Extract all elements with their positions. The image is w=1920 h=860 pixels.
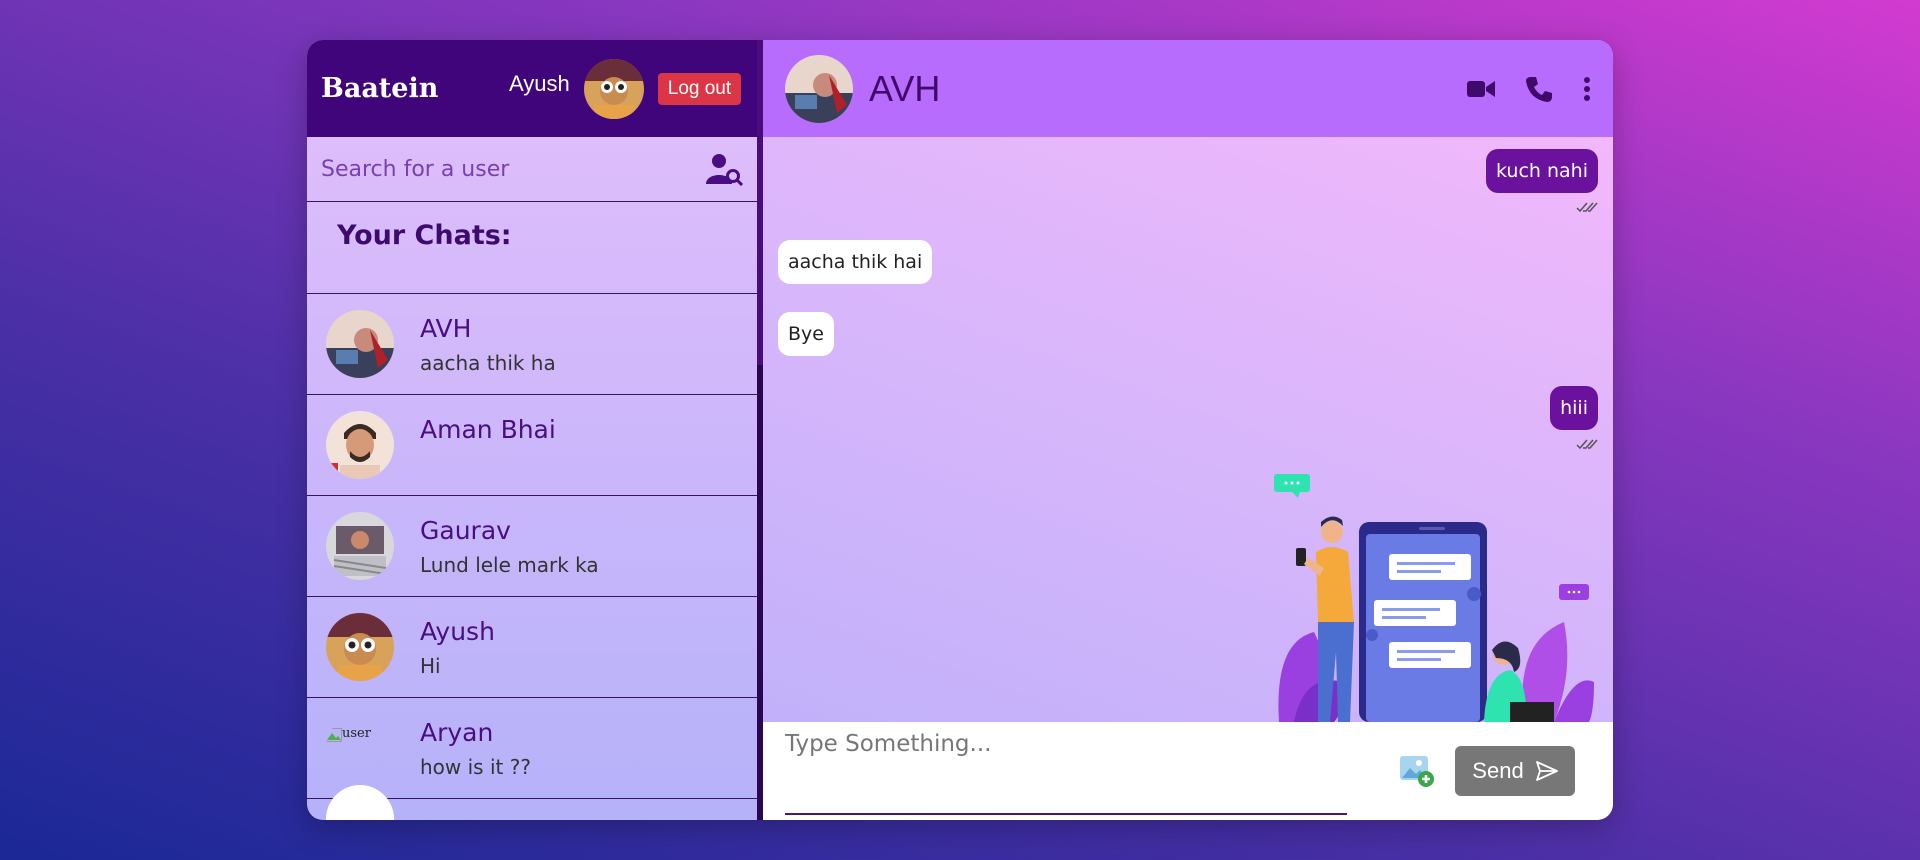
- send-label: Send: [1472, 758, 1524, 783]
- chat-name: Aman Bhai: [420, 414, 556, 444]
- chat-item-partial[interactable]: [307, 785, 757, 820]
- avatar: [326, 411, 394, 479]
- message-input[interactable]: [785, 727, 1347, 815]
- chat-name: Aryan: [420, 717, 494, 747]
- chat-name: AVH: [420, 313, 472, 343]
- avatar: [326, 613, 394, 681]
- current-user-name: Ayush: [509, 70, 570, 96]
- logout-button[interactable]: Log out: [657, 72, 742, 105]
- user-search-bar: [307, 137, 757, 202]
- chat-last-message: aacha thik ha: [420, 350, 556, 375]
- more-vertical-icon[interactable]: [1583, 76, 1591, 101]
- message-sent: kuch nahi: [1486, 149, 1598, 193]
- sidebar-header: Baatein Ayush Log out: [307, 40, 757, 137]
- chat-list: AVH aacha thik ha Aman Bhai Gaurav Lund …: [307, 294, 757, 820]
- chat-last-message: how is it ??: [420, 754, 531, 779]
- contact-name: AVH: [869, 67, 941, 109]
- chat-last-message: [420, 452, 556, 476]
- app-brand: Baatein: [321, 73, 439, 104]
- search-input[interactable]: [321, 156, 705, 182]
- avatar: [326, 512, 394, 580]
- add-image-icon[interactable]: [1399, 754, 1435, 788]
- message-received: aacha thik hai: [778, 240, 933, 284]
- send-arrow-icon: [1535, 761, 1558, 781]
- chat-item-aryan[interactable]: user Aryan how is it ??: [307, 698, 757, 799]
- chat-item-gaurav[interactable]: Gaurav Lund lele mark ka: [307, 496, 757, 597]
- message-sent: hiii: [1550, 386, 1598, 430]
- avatar: [326, 310, 394, 378]
- conversation-header: AVH: [763, 40, 1613, 137]
- chat-last-message: Hi: [420, 653, 441, 678]
- avatar-alt-text: user: [342, 726, 371, 741]
- chat-item-avh[interactable]: AVH aacha thik ha: [307, 294, 757, 395]
- chat-last-message: Lund lele mark ka: [420, 552, 599, 577]
- chat-name: Gaurav: [420, 515, 511, 545]
- chat-item-aman-bhai[interactable]: Aman Bhai: [307, 395, 757, 496]
- message-received: Bye: [778, 312, 834, 356]
- chat-app: Baatein Ayush Log out Search for a user …: [307, 40, 1613, 820]
- phone-icon[interactable]: [1525, 75, 1553, 103]
- video-camera-icon[interactable]: [1467, 79, 1495, 99]
- message-list: kuch nahi aacha thik hai Bye hiii: [763, 137, 1613, 722]
- conversation-panel: AVH kuch nahi aacha thik hai Bye hiii Ty…: [763, 40, 1613, 820]
- user-search-icon[interactable]: [705, 152, 743, 186]
- compose-bar: Send: [763, 722, 1613, 820]
- send-button[interactable]: Send: [1455, 746, 1575, 796]
- double-check-icon: [1576, 435, 1598, 454]
- sidebar: Baatein Ayush Log out Search for a user …: [307, 40, 763, 820]
- chat-item-ayush[interactable]: Ayush Hi: [307, 597, 757, 698]
- avatar-broken-image: user: [326, 714, 394, 782]
- contact-avatar[interactable]: [785, 54, 853, 123]
- chat-name: Ayush: [420, 616, 495, 646]
- double-check-icon: [1576, 198, 1598, 217]
- current-user-avatar[interactable]: [583, 58, 644, 119]
- chats-heading: Your Chats:: [307, 202, 757, 294]
- chat-illustration: [1274, 472, 1599, 722]
